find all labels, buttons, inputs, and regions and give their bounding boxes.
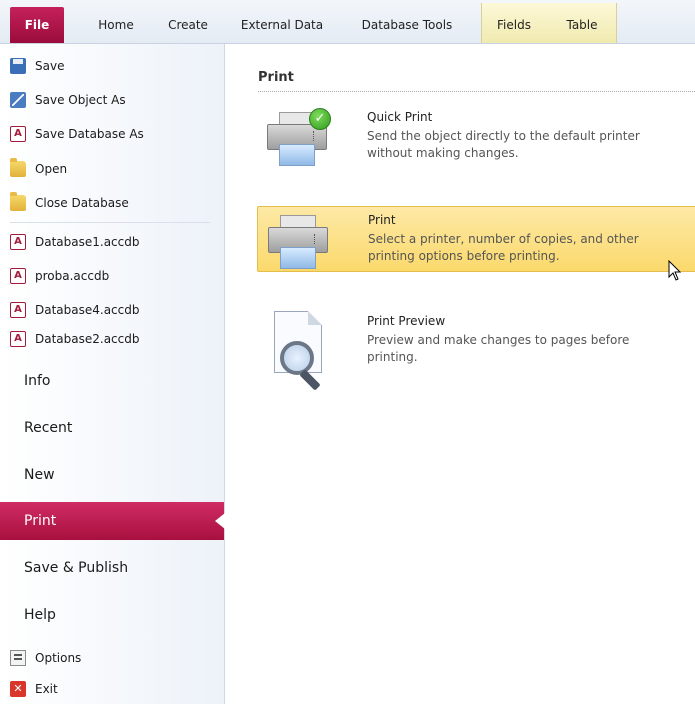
tab-home[interactable]: Home xyxy=(88,8,144,43)
nav-info[interactable]: Info xyxy=(0,362,224,400)
sidebar-divider xyxy=(10,222,210,223)
heading-divider xyxy=(258,91,695,92)
recent-file-label: Database1.accdb xyxy=(35,235,140,249)
option-title: Quick Print xyxy=(367,110,433,124)
nav-print[interactable]: Print xyxy=(0,502,225,540)
nav-new[interactable]: New xyxy=(0,456,224,494)
save-button[interactable]: Save xyxy=(10,54,210,78)
ribbon-tab-bar: File Home Create External Data Database … xyxy=(0,0,695,44)
access-db-icon: A xyxy=(10,126,26,142)
option-description: Select a printer, number of copies, and … xyxy=(368,232,639,263)
printer-icon xyxy=(268,215,328,271)
access-db-icon: A xyxy=(10,268,26,284)
save-object-icon xyxy=(10,92,26,108)
save-object-as-label: Save Object As xyxy=(35,93,126,107)
recent-file-item[interactable]: A Database2.accdb xyxy=(10,327,210,351)
recent-file-label: Database2.accdb xyxy=(35,332,140,346)
access-db-icon: A xyxy=(10,234,26,250)
nav-recent[interactable]: Recent xyxy=(0,409,224,447)
nav-save-and-publish[interactable]: Save & Publish xyxy=(0,549,224,587)
options-icon xyxy=(10,650,26,666)
access-db-icon: A xyxy=(10,302,26,318)
save-label: Save xyxy=(35,59,65,73)
recent-file-label: Database4.accdb xyxy=(35,303,140,317)
nav-help[interactable]: Help xyxy=(0,596,224,634)
close-database-button[interactable]: Close Database xyxy=(10,191,210,215)
save-object-as-button[interactable]: Save Object As xyxy=(10,88,210,112)
recent-file-item[interactable]: A proba.accdb xyxy=(10,264,210,288)
open-folder-icon xyxy=(10,158,26,177)
print-option[interactable]: Print Select a printer, number of copies… xyxy=(257,206,695,272)
exit-label: Exit xyxy=(35,682,58,696)
recent-file-item[interactable]: A Database1.accdb xyxy=(10,230,210,254)
tab-fields[interactable]: Fields xyxy=(488,8,540,43)
save-database-as-label: Save Database As xyxy=(35,127,144,141)
access-db-icon: A xyxy=(10,331,26,347)
options-label: Options xyxy=(35,651,82,665)
exit-icon: ✕ xyxy=(10,681,26,697)
checkmark-icon: ✓ xyxy=(309,108,331,130)
recent-file-item[interactable]: A Database4.accdb xyxy=(10,298,210,322)
tab-table[interactable]: Table xyxy=(556,8,608,43)
option-description: Send the object directly to the default … xyxy=(367,129,640,160)
option-title: Print Preview xyxy=(367,314,446,328)
recent-file-label: proba.accdb xyxy=(35,269,110,283)
options-button[interactable]: Options xyxy=(10,646,210,670)
exit-button[interactable]: ✕ Exit xyxy=(10,677,210,701)
save-icon xyxy=(10,58,26,74)
open-button[interactable]: Open xyxy=(10,157,210,181)
option-description: Preview and make changes to pages before… xyxy=(367,333,630,364)
tab-file[interactable]: File xyxy=(10,7,64,43)
tab-external-data[interactable]: External Data xyxy=(232,8,332,43)
page-title: Print xyxy=(258,70,294,85)
open-label: Open xyxy=(35,162,68,176)
quick-print-option[interactable]: ✓ Quick Print Send the object directly t… xyxy=(257,104,695,170)
save-database-as-button[interactable]: A Save Database As xyxy=(10,122,210,146)
option-title: Print xyxy=(368,213,396,227)
tab-create[interactable]: Create xyxy=(160,8,216,43)
print-preview-option[interactable]: Print Preview Preview and make changes t… xyxy=(257,308,695,398)
printer-icon: ✓ xyxy=(267,108,331,168)
tab-database-tools[interactable]: Database Tools xyxy=(348,8,466,43)
close-database-label: Close Database xyxy=(35,196,129,210)
print-preview-icon xyxy=(266,311,328,393)
folder-icon xyxy=(10,192,26,211)
